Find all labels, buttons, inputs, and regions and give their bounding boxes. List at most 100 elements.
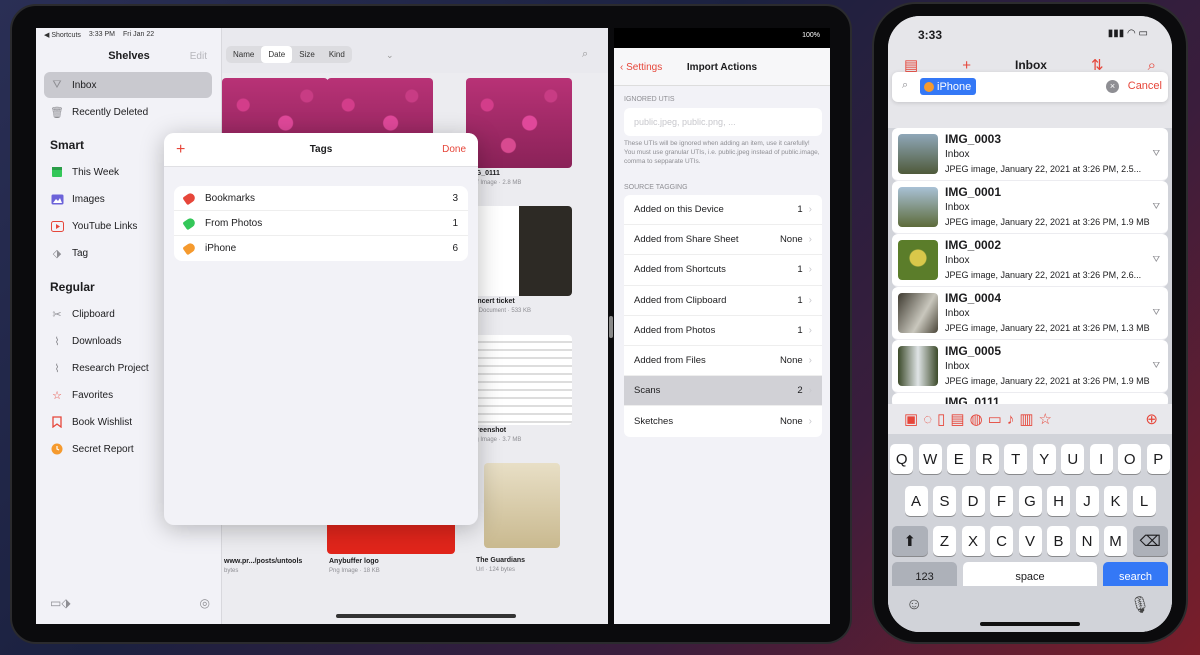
search-bar[interactable]: ⌕ iPhone × Cancel bbox=[892, 72, 1168, 102]
key[interactable]: Y bbox=[1032, 444, 1056, 474]
key[interactable]: L bbox=[1132, 486, 1156, 516]
settings-icon[interactable]: ◎ bbox=[200, 596, 210, 610]
key[interactable]: P bbox=[1146, 444, 1170, 474]
key[interactable]: T bbox=[1004, 444, 1028, 474]
text-icon[interactable]: ▤ bbox=[950, 410, 964, 428]
divider-handle[interactable] bbox=[609, 316, 613, 338]
ignored-utis-field[interactable]: public.jpeg, public.png, ... bbox=[624, 108, 822, 136]
key[interactable]: V bbox=[1018, 526, 1042, 556]
ipad-screen: ◀ Shortcuts 3:33 PM Fri Jan 22 Shelves E… bbox=[36, 28, 830, 624]
chevron-right-icon: › bbox=[808, 204, 812, 216]
key[interactable]: I bbox=[1089, 444, 1113, 474]
list-item[interactable]: IMG_0002 Inbox JPEG image, January 22, 202… bbox=[892, 234, 1168, 287]
add-icon[interactable]: + bbox=[962, 57, 971, 74]
shift-key[interactable]: ⬆ bbox=[892, 526, 928, 556]
key[interactable]: D bbox=[961, 486, 985, 516]
key[interactable]: B bbox=[1047, 526, 1070, 556]
key[interactable]: W bbox=[918, 444, 942, 474]
image-icon bbox=[50, 192, 64, 206]
search-icon[interactable]: ⌕ bbox=[1148, 57, 1156, 74]
key[interactable]: X bbox=[961, 526, 985, 556]
grid-item[interactable]: IMG_0111 Heif Image · 2.8 MB bbox=[466, 78, 572, 193]
sort-kind[interactable]: Kind bbox=[322, 46, 352, 63]
cancel-button[interactable]: Cancel bbox=[1128, 80, 1162, 92]
key[interactable]: U bbox=[1061, 444, 1085, 474]
grid-item[interactable]: Screenshot Png Image · 3.7 MB bbox=[466, 335, 572, 450]
paperclip-icon: ⌇ bbox=[54, 335, 60, 348]
key[interactable]: N bbox=[1075, 526, 1099, 556]
new-folder-icon[interactable]: ▭ bbox=[50, 596, 61, 610]
list-item[interactable]: IMG_0004 Inbox JPEG image, January 22, 202… bbox=[892, 287, 1168, 340]
sort-name[interactable]: Name bbox=[226, 46, 261, 63]
search-token[interactable]: iPhone bbox=[920, 78, 977, 95]
key[interactable]: O bbox=[1118, 444, 1142, 474]
row-added-files[interactable]: Added from Files None › bbox=[624, 346, 822, 377]
delete-key[interactable]: ⌫ bbox=[1132, 526, 1168, 556]
key[interactable]: Z bbox=[933, 526, 956, 556]
edit-button[interactable]: Edit bbox=[190, 51, 207, 62]
key[interactable]: F bbox=[990, 486, 1013, 516]
item-title: IMG_0001 bbox=[945, 185, 1002, 199]
grid-item[interactable]: The Guardians Url · 124 bytes bbox=[474, 463, 600, 578]
keyboard-row: QWERTYUIOP bbox=[888, 444, 1172, 474]
row-label: Scans bbox=[634, 385, 661, 397]
sidebar-item-inbox[interactable]: ⛛ Inbox bbox=[44, 72, 212, 98]
key[interactable]: G bbox=[1018, 486, 1042, 516]
sidebar-item-label: Inbox bbox=[72, 79, 97, 91]
key[interactable]: A bbox=[904, 486, 928, 516]
key[interactable]: R bbox=[975, 444, 999, 474]
row-added-clipboard[interactable]: Added from Clipboard 1 › bbox=[624, 286, 822, 316]
key[interactable]: Q bbox=[890, 444, 914, 474]
done-button[interactable]: Done bbox=[442, 144, 466, 155]
row-value: None bbox=[779, 355, 803, 367]
row-added-photos[interactable]: Added from Photos 1 › bbox=[624, 316, 822, 346]
sort-date[interactable]: Date bbox=[261, 46, 293, 63]
tag-icon[interactable]: ⬗ bbox=[61, 596, 70, 610]
add-circle-icon[interactable]: ⊕ bbox=[1145, 410, 1158, 428]
tag-row-bookmarks[interactable]: Bookmarks 3 bbox=[174, 186, 468, 211]
document-icon[interactable]: ▯ bbox=[937, 410, 945, 428]
key[interactable]: M bbox=[1104, 526, 1127, 556]
search-icon[interactable]: ⌕ bbox=[582, 48, 588, 61]
film-icon[interactable]: ▥ bbox=[1019, 410, 1033, 428]
image-icon[interactable]: ▣ bbox=[904, 410, 918, 428]
inbox-icon: ⛛ bbox=[52, 78, 62, 91]
chevron-right-icon: › bbox=[808, 264, 812, 276]
iphone-screen: 3:33 ▮▮▮ ◠ ▭ ▤ + Inbox ⇅ ⌕ ⌕ iPhone × Ca… bbox=[888, 16, 1172, 632]
key[interactable]: K bbox=[1104, 486, 1127, 516]
star-icon[interactable]: ☆ bbox=[1039, 410, 1052, 428]
key[interactable]: H bbox=[1047, 486, 1070, 516]
tag-row-from-photos[interactable]: From Photos 1 bbox=[174, 211, 468, 236]
key[interactable]: C bbox=[990, 526, 1013, 556]
home-indicator bbox=[980, 622, 1080, 626]
archive-icon[interactable]: ▭ bbox=[988, 410, 1002, 428]
row-scans[interactable]: Scans 2 › bbox=[624, 376, 822, 407]
chevron-down-icon[interactable]: ⌄ bbox=[386, 50, 394, 61]
item-shelf: Inbox bbox=[945, 255, 970, 266]
list-item[interactable]: IMG_0001 Inbox JPEG image, January 22, 202… bbox=[892, 181, 1168, 234]
list-item[interactable]: IMG_0003 Inbox JPEG image, January 22, 202… bbox=[892, 128, 1168, 181]
back-to-app-link[interactable]: ◀ Shortcuts bbox=[44, 31, 81, 39]
sidebar-item-recently-deleted[interactable]: 🗑 Recently Deleted bbox=[44, 99, 212, 125]
microphone-icon[interactable]: 🎙 bbox=[1130, 595, 1150, 615]
row-sketches[interactable]: Sketches None › bbox=[624, 406, 822, 436]
inbox-icon: ⛛ bbox=[1152, 307, 1160, 317]
tag-count: 3 bbox=[452, 192, 458, 204]
inbox-icon: ⛛ bbox=[1152, 201, 1160, 211]
list-item[interactable]: IMG_0005 Inbox JPEG image, January 22, 202… bbox=[892, 340, 1168, 393]
keyboard-row: ASDFGHJKL bbox=[888, 486, 1172, 516]
row-added-share-sheet[interactable]: Added from Share Sheet None › bbox=[624, 225, 822, 256]
refresh-icon[interactable]: ◌ bbox=[923, 411, 932, 428]
tag-row-iphone[interactable]: iPhone 6 bbox=[174, 236, 468, 261]
emoji-icon[interactable]: ☺ bbox=[906, 596, 922, 614]
key[interactable]: E bbox=[947, 444, 971, 474]
music-icon[interactable]: ♪ bbox=[1007, 411, 1015, 428]
sort-size[interactable]: Size bbox=[292, 46, 322, 63]
row-added-shortcuts[interactable]: Added from Shortcuts 1 › bbox=[624, 255, 822, 286]
key[interactable]: J bbox=[1075, 486, 1099, 516]
key[interactable]: S bbox=[933, 486, 956, 516]
clear-icon[interactable]: × bbox=[1106, 80, 1119, 93]
globe-icon[interactable]: ◍ bbox=[970, 410, 983, 428]
row-added-on-device[interactable]: Added on this Device 1 › bbox=[624, 195, 822, 226]
grid-item[interactable]: Concert ticket Pdf Document · 533 KB bbox=[466, 206, 572, 321]
